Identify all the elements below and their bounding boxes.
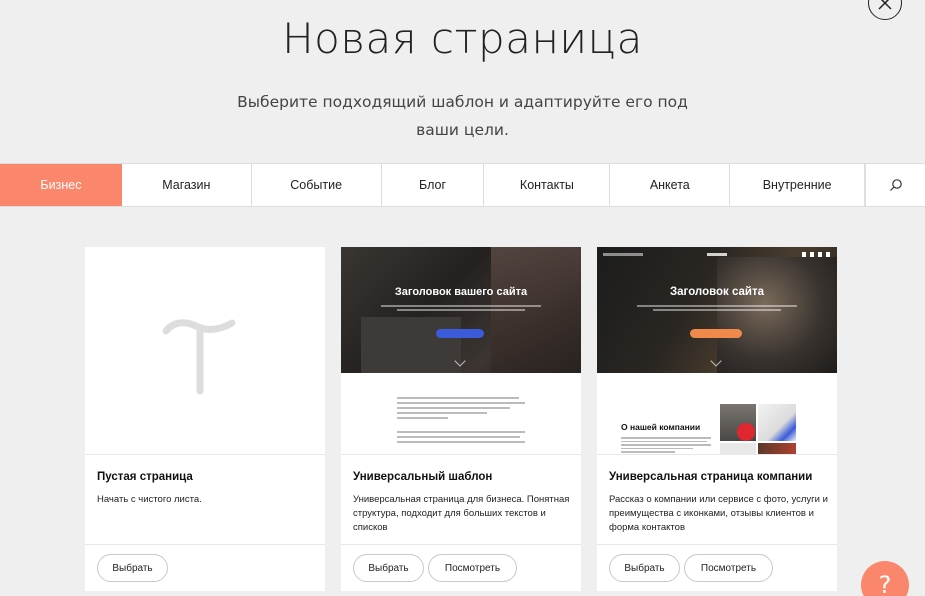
preview-hero-subtitle [637,305,797,313]
template-card-blank[interactable]: Пустая страница Начать с чистого листа. … [85,247,325,591]
search-icon [889,179,902,191]
preview-section-title: О нашей компании [621,422,701,432]
social-icons [802,252,832,257]
select-button[interactable]: Выбрать [609,554,680,582]
preview-button[interactable]: Посмотреть [428,554,517,582]
preview-text-block [621,437,711,454]
category-tabs: Бизнес Магазин Событие Блог Контакты Анк… [0,163,925,207]
help-icon: ? [878,571,892,596]
template-description: Рассказ о компании или сервисе с фото, у… [609,494,828,533]
preview-hero-subtitle [381,305,541,313]
tab-internal[interactable]: Внутренние [730,164,866,206]
preview-photo-red-object [737,423,755,441]
template-preview-universal[interactable]: Заголовок вашего сайта [341,247,581,455]
preview-text-block [397,397,525,446]
preview-photo [717,257,837,373]
select-button[interactable]: Выбрать [97,554,168,582]
page-title: Новая страница [282,14,643,63]
tab-contacts[interactable]: Контакты [484,164,611,206]
template-name: Пустая страница [97,471,193,483]
select-button[interactable]: Выбрать [353,554,424,582]
help-button[interactable]: ? [861,561,909,596]
tab-business[interactable]: Бизнес [0,164,122,206]
preview-photo-desk [720,443,756,454]
template-name: Универсальный шаблон [353,471,493,483]
close-icon [878,0,892,10]
template-card-company[interactable]: Заголовок сайта О нашей компании Универс… [597,247,837,591]
preview-menu [603,253,643,256]
preview-hero-button [690,329,742,338]
tilda-logo-icon [162,319,236,395]
card-footer: Выбрать Посмотреть [341,544,581,591]
template-description: Начать с чистого листа. [97,494,202,505]
template-description: Универсальная страница для бизнеса. Поня… [353,494,570,533]
preview-photo-people [758,443,796,454]
page-subtitle: Выберите подходящий шаблон и адаптируйте… [0,88,925,144]
card-footer: Выбрать Посмотреть [597,544,837,591]
preview-hero-title: Заголовок сайта [669,286,765,298]
tab-shop[interactable]: Магазин [122,164,252,206]
subtitle-line-1: Выберите подходящий шаблон и адаптируйте… [237,93,688,111]
preview-photo-phone [758,404,796,441]
subtitle-line-2: ваши цели. [416,121,509,139]
preview-logo [707,253,727,256]
tab-blog[interactable]: Блог [382,164,485,206]
card-footer: Выбрать [85,544,325,591]
preview-hero-button [436,329,484,338]
template-card-universal[interactable]: Заголовок вашего сайта Универсальный шаб… [341,247,581,591]
tab-event[interactable]: Событие [252,164,382,206]
template-preview-blank[interactable] [85,247,325,455]
template-preview-company[interactable]: Заголовок сайта О нашей компании [597,247,837,455]
preview-hero-title: Заголовок вашего сайта [394,286,528,298]
preview-laptop [361,317,461,373]
preview-hero-image: Заголовок сайта [597,247,837,373]
search-button[interactable] [865,164,925,206]
template-name: Универсальная страница компании [609,471,813,483]
preview-button[interactable]: Посмотреть [684,554,773,582]
preview-hero-image: Заголовок вашего сайта [341,247,581,373]
tab-form[interactable]: Анкета [610,164,731,206]
